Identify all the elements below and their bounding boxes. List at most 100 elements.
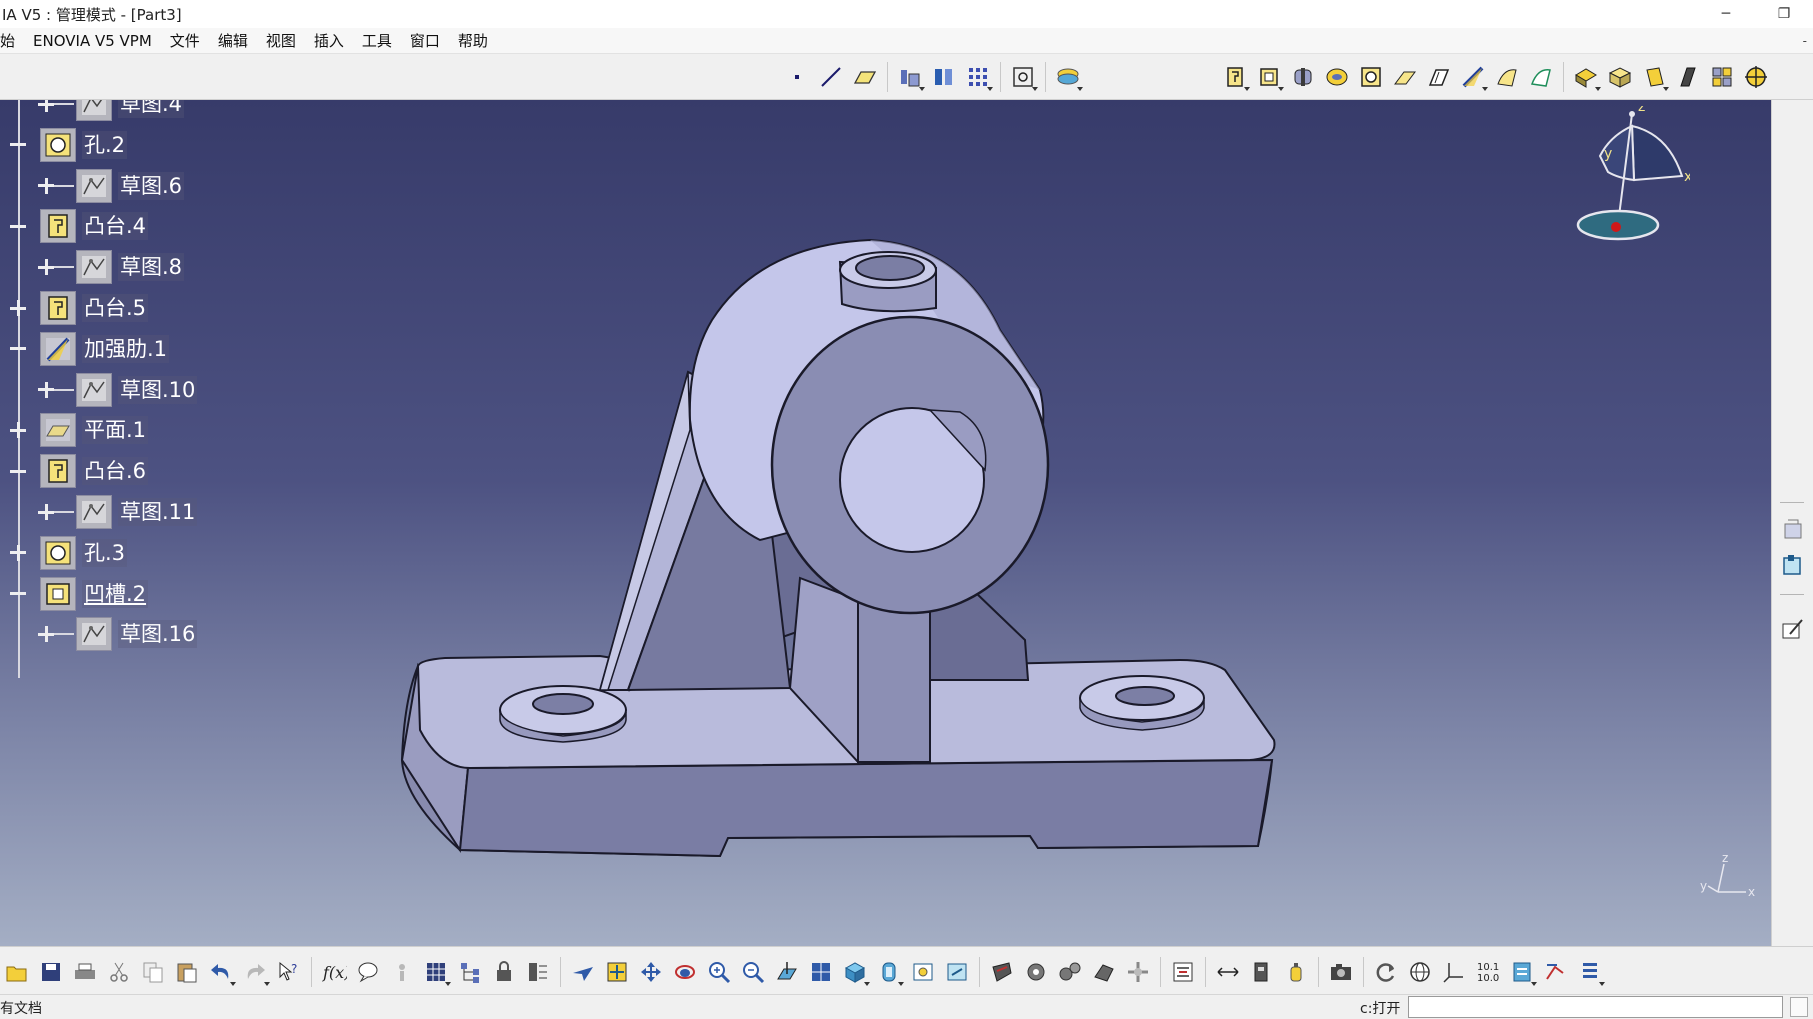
refresh-button[interactable] — [1370, 956, 1402, 988]
tree-collapse-icon[interactable] — [10, 137, 26, 153]
catalog-button[interactable] — [522, 956, 554, 988]
camera-button[interactable] — [1325, 956, 1357, 988]
menubar-restore-glyph[interactable]: - — [1803, 34, 1807, 48]
hole-icon[interactable] — [40, 535, 76, 570]
tree-item[interactable]: 凸台.5 — [0, 291, 260, 325]
plane-button[interactable] — [849, 61, 881, 93]
tree-item-label[interactable]: 凸台.4 — [82, 212, 149, 241]
tree-expand-icon[interactable] — [38, 381, 54, 398]
compass-widget[interactable]: z y x — [1560, 106, 1690, 246]
tree-item-label[interactable]: 凸台.5 — [82, 294, 149, 322]
iso-button[interactable] — [839, 956, 871, 988]
tree-item[interactable]: 草图.16 — [0, 617, 260, 652]
open-button[interactable] — [1, 956, 33, 988]
tree-item[interactable]: 草图.4 — [0, 100, 260, 121]
zoom-in-button[interactable] — [703, 956, 735, 988]
menu-view[interactable]: 视图 — [257, 28, 305, 54]
normal-view-button[interactable] — [1638, 61, 1670, 93]
normal-view-button-2[interactable] — [771, 956, 803, 988]
slot-button[interactable] — [1423, 61, 1455, 93]
iso-view-button[interactable] — [1604, 61, 1636, 93]
sketch-icon[interactable] — [76, 617, 112, 652]
tree-item-label[interactable]: 加强肋.1 — [82, 334, 170, 363]
status-corner-button[interactable] — [1790, 997, 1808, 1017]
grid-button[interactable] — [962, 61, 994, 93]
rotate-button[interactable] — [669, 956, 701, 988]
measure-button[interactable] — [1167, 956, 1199, 988]
tree-item-label[interactable]: 凹槽.2 — [82, 579, 149, 608]
shaded-view-button[interactable] — [1570, 61, 1602, 93]
part-model[interactable] — [0, 100, 1771, 946]
menu-insert[interactable]: 插入 — [305, 28, 353, 54]
tree-item[interactable]: 平面.1 — [0, 413, 260, 448]
remove-section-button[interactable] — [1525, 61, 1557, 93]
rod-button[interactable] — [1020, 956, 1052, 988]
fit-all-button[interactable] — [1007, 61, 1039, 93]
tree-expand-icon[interactable] — [38, 177, 54, 194]
print-button[interactable] — [69, 956, 101, 988]
tree-item[interactable]: 加强肋.1 — [0, 331, 260, 366]
pad-icon[interactable] — [40, 209, 76, 244]
menu-edit[interactable]: 编辑 — [209, 28, 257, 54]
tree-item[interactable]: 凸台.6 — [0, 454, 260, 489]
tree-item-label[interactable]: 平面.1 — [82, 416, 149, 445]
globe-button[interactable] — [1404, 956, 1436, 988]
paste-button[interactable] — [171, 956, 203, 988]
tree-expand-icon[interactable] — [10, 300, 26, 316]
tree-item[interactable]: 孔.3 — [0, 535, 260, 570]
restore-button[interactable]: ❐ — [1755, 0, 1813, 28]
tree-item-label[interactable]: 草图.4 — [118, 100, 185, 118]
tree-expand-button[interactable] — [454, 956, 486, 988]
units-button[interactable]: 10.1 10.0 — [1472, 956, 1504, 988]
measure-between-button[interactable] — [1212, 956, 1244, 988]
sketch-icon[interactable] — [76, 168, 112, 203]
tree-item[interactable]: 草图.11 — [0, 495, 260, 529]
tree-expand-icon[interactable] — [38, 626, 54, 643]
sketcher-button[interactable] — [1778, 614, 1808, 644]
tree-expand-icon[interactable] — [10, 544, 26, 561]
list-button[interactable] — [1574, 956, 1606, 988]
render-button[interactable] — [986, 956, 1018, 988]
redo-button[interactable] — [239, 956, 271, 988]
analysis-button[interactable] — [928, 61, 960, 93]
align-button[interactable] — [1540, 956, 1572, 988]
robot-button[interactable] — [1088, 956, 1120, 988]
tree-collapse-icon[interactable] — [10, 586, 26, 602]
tree-item-label[interactable]: 草图.16 — [118, 620, 198, 649]
copy-button[interactable] — [137, 956, 169, 988]
save-button[interactable] — [35, 956, 67, 988]
formula-button[interactable]: f(x) — [318, 956, 350, 988]
tree-expand-icon[interactable] — [10, 422, 26, 439]
swap-button[interactable] — [941, 956, 973, 988]
constraint-button[interactable] — [1778, 514, 1808, 544]
lock-button[interactable] — [488, 956, 520, 988]
pad-icon[interactable] — [40, 291, 76, 325]
tree-item-label[interactable]: 草图.6 — [118, 171, 185, 200]
pan-button[interactable] — [635, 956, 667, 988]
hole-button[interactable] — [1355, 61, 1387, 93]
plane-icon[interactable] — [40, 413, 76, 448]
mass-button[interactable] — [1280, 956, 1312, 988]
tree-item[interactable]: 草图.6 — [0, 168, 260, 203]
mechanism-button[interactable] — [1122, 956, 1154, 988]
sketch-icon[interactable] — [76, 495, 112, 529]
tree-collapse-icon[interactable] — [10, 463, 26, 479]
menu-tools[interactable]: 工具 — [353, 28, 401, 54]
update-button[interactable] — [1506, 956, 1538, 988]
3d-viewport[interactable]: 草图.4 孔.2 草图.6 凸台.4 草图.8 凸台.5 加强肋.1 草图.10 平面.1 凸台.… — [0, 100, 1771, 946]
comment-button[interactable] — [352, 956, 384, 988]
edge-view-button[interactable] — [1672, 61, 1704, 93]
tree-item-label[interactable]: 草图.10 — [118, 375, 198, 404]
tree-item[interactable]: 草图.10 — [0, 372, 260, 407]
tree-item-label[interactable]: 草图.11 — [118, 498, 198, 526]
pocket-button[interactable] — [1253, 61, 1285, 93]
layer-button[interactable] — [1052, 61, 1084, 93]
hide-show-button[interactable] — [907, 956, 939, 988]
tree-item-label[interactable]: 草图.8 — [118, 253, 185, 282]
fly-mode-button[interactable] — [567, 956, 599, 988]
hole-icon[interactable] — [40, 127, 76, 162]
minimize-button[interactable]: ─ — [1697, 0, 1755, 28]
axis-button[interactable] — [1438, 956, 1470, 988]
shading-button[interactable] — [873, 956, 905, 988]
sketch-tools-button[interactable] — [894, 61, 926, 93]
